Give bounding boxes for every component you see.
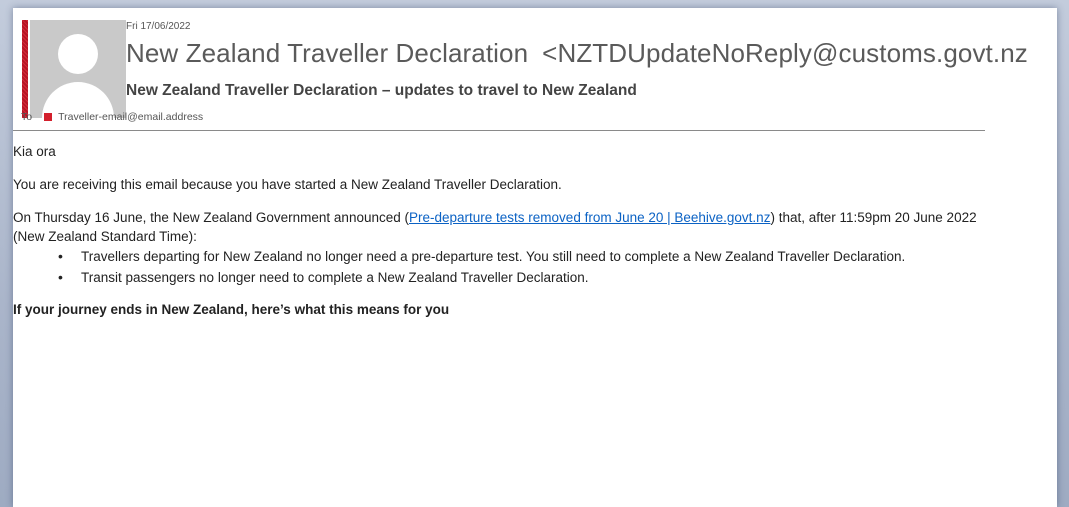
recipient-row: To Traveller-email@email.address <box>21 111 203 123</box>
email-subject: New Zealand Traveller Declaration – upda… <box>126 82 637 99</box>
to-label: To <box>21 111 33 123</box>
email-body: Kia ora You are receiving this email bec… <box>13 142 993 333</box>
header-divider <box>13 130 985 131</box>
email-sender[interactable]: New Zealand Traveller Declaration <NZTDUp… <box>126 38 1028 69</box>
intro-paragraph: You are receiving this email because you… <box>13 177 562 192</box>
avatar-head-shape <box>58 34 98 74</box>
email-date: Fri 17/06/2022 <box>126 21 191 32</box>
bullet-list: Travellers departing for New Zealand no … <box>13 246 993 288</box>
announcement-text-before: On Thursday 16 June, the New Zealand Gov… <box>13 210 409 225</box>
flag-marker <box>22 20 28 118</box>
sender-email: <NZTDUpdateNoReply@customs.govt.nz <box>542 38 1028 68</box>
recipient-address[interactable]: Traveller-email@email.address <box>58 111 203 123</box>
sender-avatar <box>30 20 126 118</box>
list-item: Travellers departing for New Zealand no … <box>13 246 993 267</box>
list-item: Transit passengers no longer need to com… <box>13 267 993 288</box>
greeting: Kia ora <box>13 144 56 159</box>
beehive-link[interactable]: Pre-departure tests removed from June 20… <box>409 210 770 225</box>
closing-heading: If your journey ends in New Zealand, her… <box>13 302 450 317</box>
recipient-category-icon <box>44 113 53 121</box>
announcement-paragraph: On Thursday 16 June, the New Zealand Gov… <box>13 208 993 246</box>
sender-name: New Zealand Traveller Declaration <box>126 38 529 68</box>
